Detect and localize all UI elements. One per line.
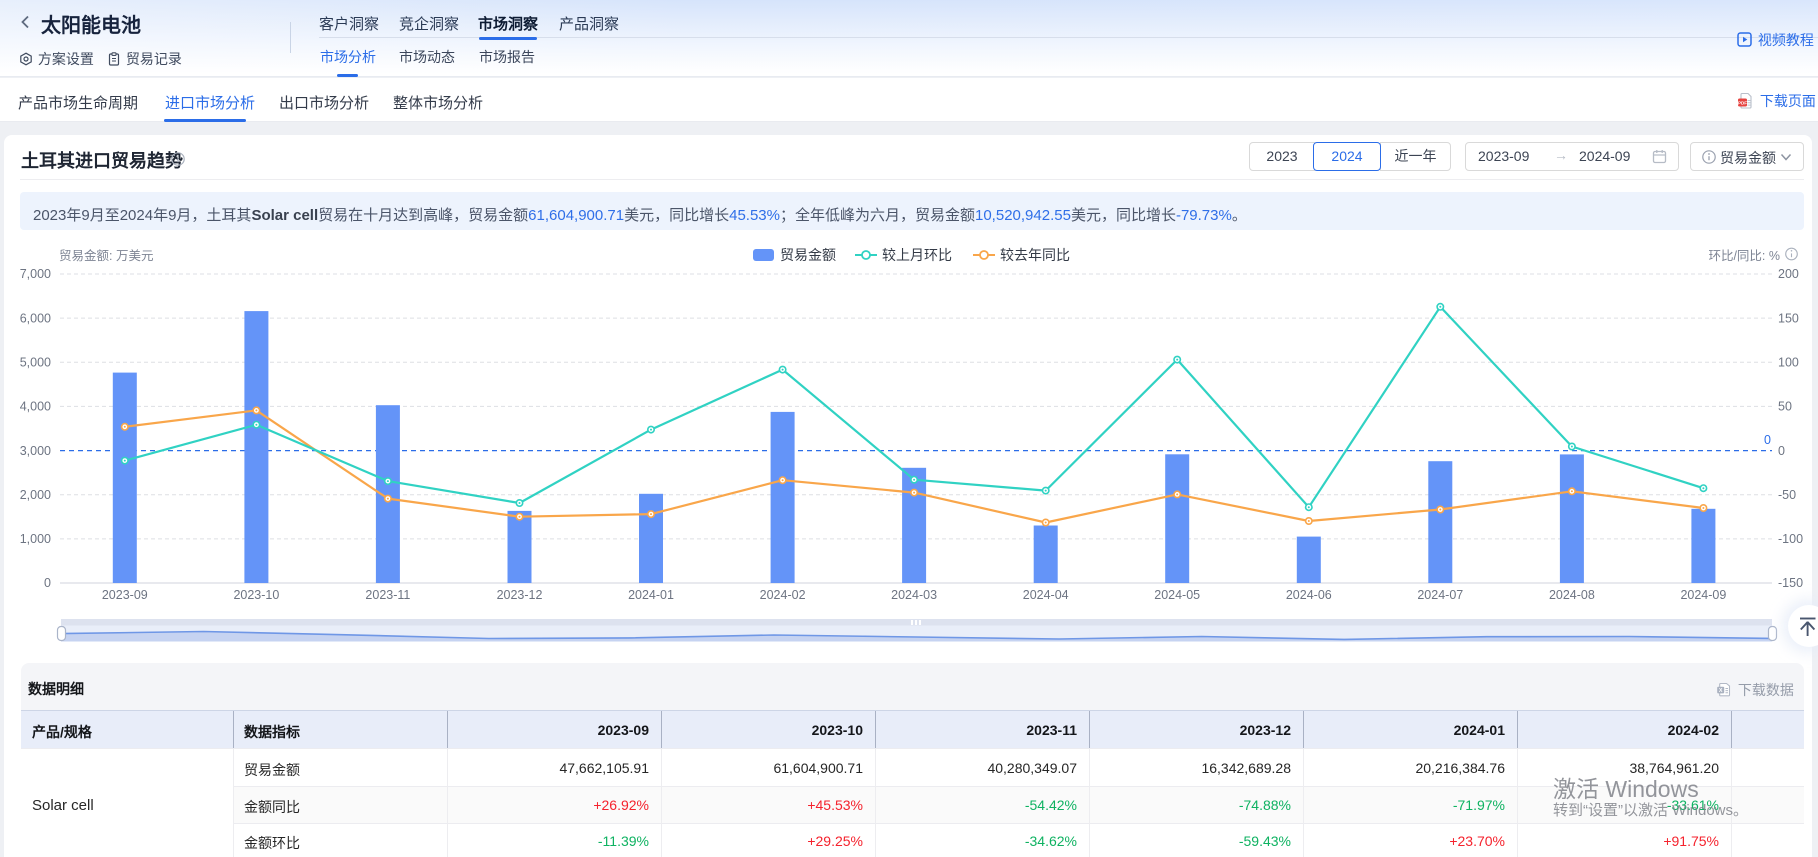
svg-text:X: X bbox=[1719, 688, 1723, 694]
